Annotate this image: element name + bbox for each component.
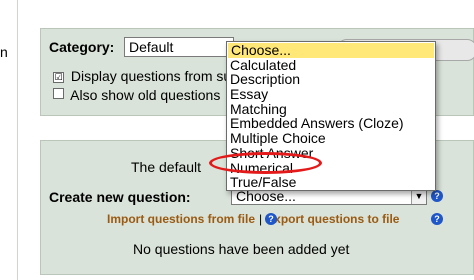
question-type-dropdown[interactable]: Choose... Calculated Description Essay M… [226, 41, 436, 191]
dropdown-option-calculated[interactable]: Calculated [227, 57, 435, 73]
show-old-questions-checkbox[interactable] [53, 88, 64, 99]
dropdown-option-short-answer[interactable]: Short Answer [227, 146, 435, 161]
default-category-text: The default [131, 159, 202, 175]
dropdown-option-true-false[interactable]: True/False [227, 175, 435, 190]
left-panel-text-fragment: n [0, 44, 8, 60]
dropdown-option-cloze[interactable]: Embedded Answers (Cloze) [227, 116, 435, 131]
display-questions-checkbox[interactable]: ☑ [53, 72, 64, 83]
help-icon[interactable]: ? [431, 190, 443, 202]
link-separator: | [259, 212, 263, 226]
category-select[interactable]: Default [124, 37, 234, 57]
dropdown-option-description[interactable]: Description [227, 72, 435, 87]
import-questions-link[interactable]: Import questions from file [107, 212, 255, 226]
show-old-questions-option[interactable]: Also show old questions [53, 87, 220, 103]
export-questions-link[interactable]: Export questions to file [266, 212, 399, 226]
display-questions-option[interactable]: ☑ Display questions from su [53, 68, 231, 84]
dropdown-option-choose[interactable]: Choose... [228, 43, 434, 58]
show-old-questions-label: Also show old questions [70, 87, 221, 103]
create-question-label: Create new question: [49, 189, 191, 205]
dropdown-option-multiple-choice[interactable]: Multiple Choice [227, 131, 435, 146]
import-export-links: Import questions from file | Export questi… [107, 212, 399, 226]
display-questions-label: Display questions from su [70, 68, 232, 84]
left-panel-edge: n [0, 0, 18, 280]
dropdown-option-essay[interactable]: Essay [227, 87, 435, 102]
dropdown-option-numerical[interactable]: Numerical [227, 160, 435, 176]
help-icon[interactable]: ? [265, 213, 277, 225]
dropdown-option-matching[interactable]: Matching [227, 102, 435, 117]
category-label: Category: [49, 39, 115, 55]
help-icon[interactable]: ? [431, 213, 443, 225]
no-questions-message: No questions have been added yet [133, 241, 350, 257]
